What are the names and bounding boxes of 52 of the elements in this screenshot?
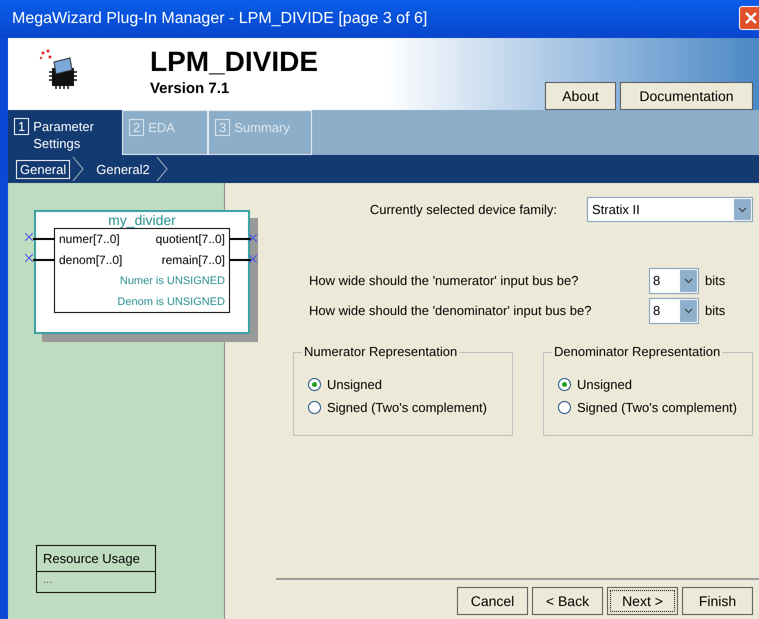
tab-number: 3 xyxy=(215,119,230,136)
wizard-button[interactable]: Cancel xyxy=(457,587,528,615)
resource-usage-value: ... xyxy=(42,573,54,588)
tab-number: 1 xyxy=(14,118,30,135)
window-title: MegaWizard Plug-In Manager - LPM_DIVIDE [page 3 of 6] xyxy=(12,9,428,29)
pin-marker-icon xyxy=(25,233,33,241)
chevron-icon xyxy=(156,156,168,182)
pin-marker-icon xyxy=(249,255,257,263)
output-port: remain[7..0] xyxy=(162,253,225,267)
about-button[interactable]: About xyxy=(545,82,616,110)
tab-label: EDA xyxy=(148,119,175,136)
output-port: quotient[7..0] xyxy=(156,232,225,246)
block-name: my_divider xyxy=(107,212,177,228)
breadcrumb[interactable]: General2 xyxy=(92,160,154,178)
radio-button[interactable] xyxy=(558,378,571,391)
unit-label: bits xyxy=(705,272,726,290)
radio-button[interactable] xyxy=(308,378,321,391)
group-title: Denominator Representation xyxy=(552,344,722,360)
input-port: denom[7..0] xyxy=(59,253,122,267)
port-note: Numer is UNSIGNED xyxy=(120,275,225,288)
unit-label: bits xyxy=(705,302,726,320)
component-title: LPM_DIVIDE xyxy=(150,46,318,78)
bus-width-question: How wide should the 'numerator' input bus be? xyxy=(309,272,580,290)
bus-width-dropdown[interactable]: 8 xyxy=(649,298,699,324)
device-family-label: Currently selected device family: xyxy=(370,200,557,219)
bus-width-dropdown[interactable]: 8 xyxy=(649,268,699,294)
chevron-icon xyxy=(72,156,84,182)
group-title: Numerator Representation xyxy=(302,344,460,360)
tab-number: 2 xyxy=(129,119,144,136)
wizard-button[interactable]: Next > xyxy=(607,587,678,615)
wizard-tab[interactable]: 1 Parameter Settings xyxy=(8,110,122,155)
device-family-dropdown[interactable]: Stratix II xyxy=(587,197,753,222)
wizard-button[interactable]: < Back xyxy=(532,587,603,615)
radio-label: Unsigned xyxy=(577,376,632,394)
breadcrumb[interactable]: General xyxy=(16,160,70,178)
pin-marker-icon xyxy=(249,234,257,242)
radio-button[interactable] xyxy=(308,401,321,414)
documentation-button[interactable]: Documentation xyxy=(620,82,753,110)
close-icon[interactable] xyxy=(739,6,759,30)
tab-label: Parameter Settings xyxy=(33,118,95,152)
radio-label: Unsigned xyxy=(327,376,382,394)
bus-width-question: How wide should the 'denominator' input bus be? xyxy=(309,302,592,320)
input-port: numer[7..0] xyxy=(59,232,120,246)
radio-label: Signed (Two's complement) xyxy=(577,398,737,417)
port-note: Denom is UNSIGNED xyxy=(117,296,225,309)
pin-marker-icon xyxy=(25,254,33,262)
radio-label: Signed (Two's complement) xyxy=(327,398,487,417)
radio-button[interactable] xyxy=(558,401,571,414)
tab-label: Summary xyxy=(234,119,290,136)
resource-usage-title: Resource Usage xyxy=(37,546,155,572)
version-label: Version 7.1 xyxy=(150,79,230,99)
wizard-button[interactable]: Finish xyxy=(682,587,753,615)
